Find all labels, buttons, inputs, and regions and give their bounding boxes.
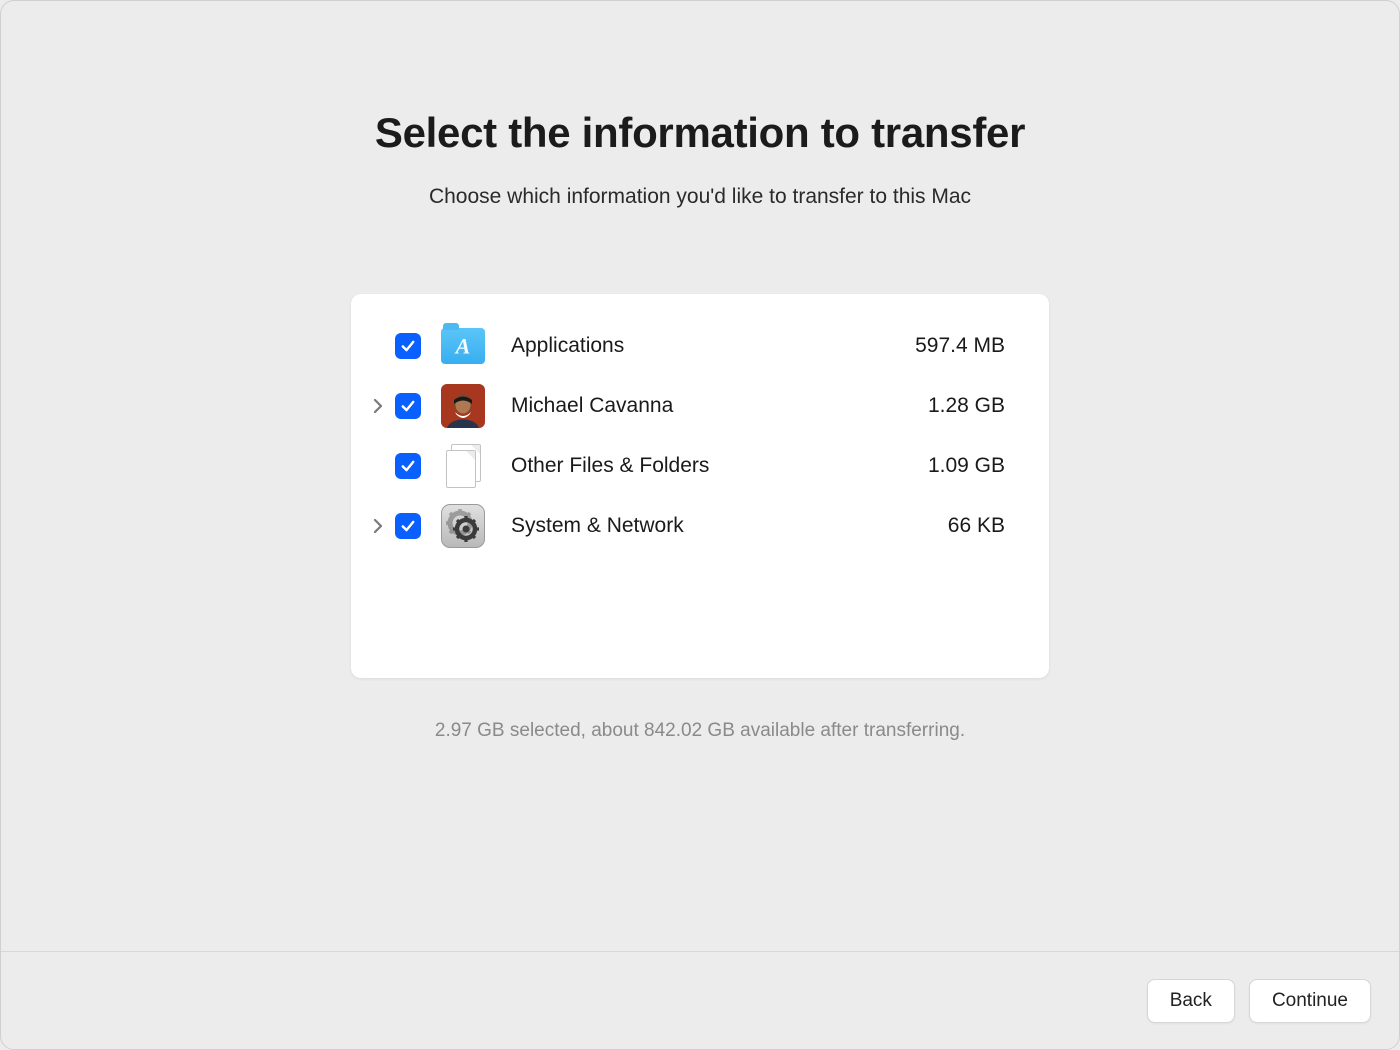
page-subtitle: Choose which information you'd like to t… [429, 185, 971, 209]
checkbox-system-network[interactable] [395, 513, 421, 539]
item-size: 66 KB [948, 514, 1005, 538]
list-item: Michael Cavanna 1.28 GB [369, 376, 1005, 436]
checkbox-other-files[interactable] [395, 453, 421, 479]
checkbox-user[interactable] [395, 393, 421, 419]
transfer-items-panel: A Applications 597.4 MB [351, 294, 1049, 678]
settings-gear-icon [441, 504, 485, 548]
disclosure-chevron[interactable] [369, 519, 387, 533]
page-title: Select the information to transfer [375, 109, 1025, 157]
back-button[interactable]: Back [1147, 979, 1235, 1023]
checkbox-applications[interactable] [395, 333, 421, 359]
list-item: System & Network 66 KB [369, 496, 1005, 556]
list-item: Other Files & Folders 1.09 GB [369, 436, 1005, 496]
item-label: System & Network [511, 514, 940, 538]
item-label: Other Files & Folders [511, 454, 920, 478]
item-size: 1.28 GB [928, 394, 1005, 418]
list-item: A Applications 597.4 MB [369, 316, 1005, 376]
status-text: 2.97 GB selected, about 842.02 GB availa… [435, 720, 965, 742]
item-size: 1.09 GB [928, 454, 1005, 478]
footer-bar: Back Continue [1, 951, 1399, 1049]
user-avatar-icon [441, 384, 485, 428]
item-label: Applications [511, 334, 907, 358]
item-size: 597.4 MB [915, 334, 1005, 358]
applications-folder-icon: A [441, 324, 485, 368]
continue-button[interactable]: Continue [1249, 979, 1371, 1023]
files-icon [441, 444, 485, 488]
disclosure-chevron[interactable] [369, 399, 387, 413]
item-label: Michael Cavanna [511, 394, 920, 418]
